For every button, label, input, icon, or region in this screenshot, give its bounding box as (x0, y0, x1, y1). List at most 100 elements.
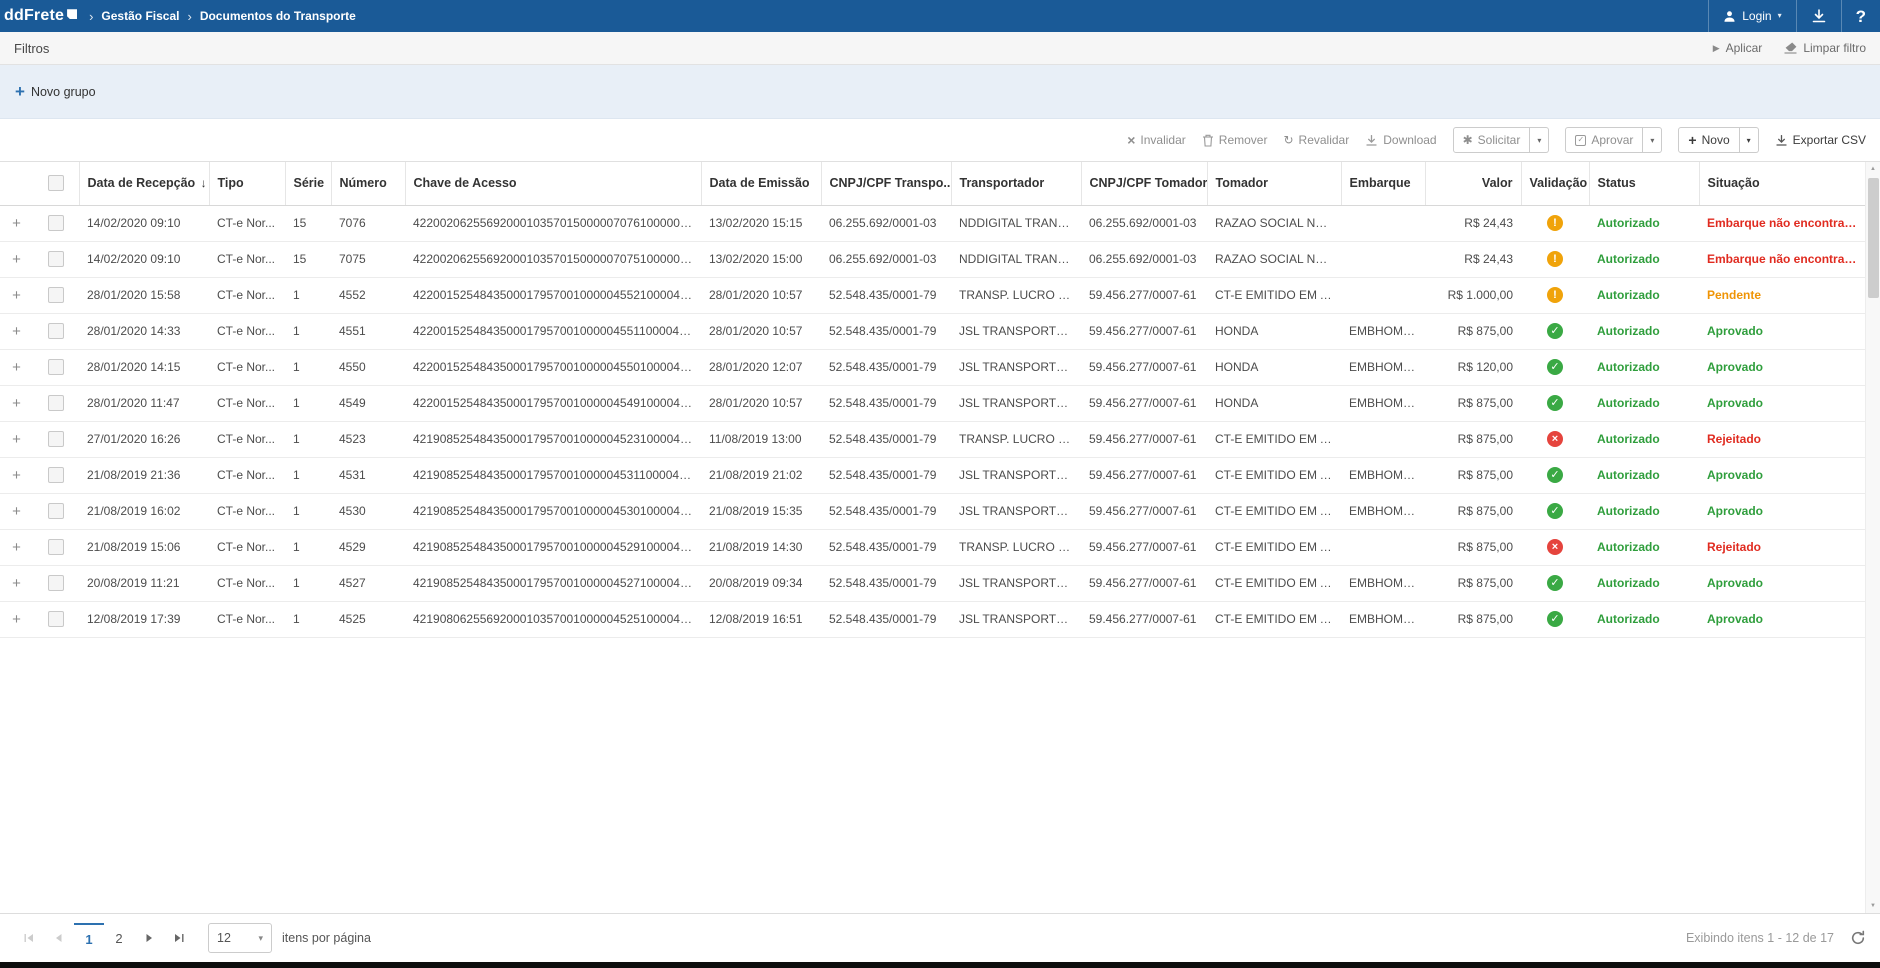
table-row[interactable]: +21/08/2019 16:02CT-e Nor...145304219085… (0, 493, 1865, 529)
column-header-recepcao[interactable]: Data de Recepção ↓ (79, 162, 209, 205)
column-header-serie[interactable]: Série (285, 162, 331, 205)
expand-row-button[interactable]: + (12, 503, 21, 520)
validation-success-icon: ✓ (1547, 503, 1563, 519)
approve-dropdown-button[interactable]: ▾ (1643, 127, 1662, 153)
column-header-validacao[interactable]: Validação (1521, 162, 1589, 205)
row-checkbox[interactable] (48, 467, 64, 483)
row-checkbox[interactable] (48, 287, 64, 303)
app-logo[interactable]: ddFrete (2, 7, 81, 25)
new-group-button[interactable]: + Novo grupo (15, 83, 96, 100)
chevron-down-icon: ▾ (1778, 12, 1782, 20)
expand-row-button[interactable]: + (12, 575, 21, 592)
column-header-emissao[interactable]: Data de Emissão (701, 162, 821, 205)
new-button[interactable]: + Novo (1678, 127, 1739, 153)
row-checkbox[interactable] (48, 503, 64, 519)
table-row[interactable]: +14/02/2020 09:10CT-e Nor...157076422002… (0, 205, 1865, 241)
row-checkbox[interactable] (48, 395, 64, 411)
expand-row-button[interactable]: + (12, 251, 21, 268)
column-header-cnpj_tomador[interactable]: CNPJ/CPF Tomador (1081, 162, 1207, 205)
scroll-up-icon[interactable]: ▲ (1866, 162, 1880, 176)
last-page-button[interactable] (164, 923, 194, 953)
table-row[interactable]: +28/01/2020 15:58CT-e Nor...145524220015… (0, 277, 1865, 313)
table-row[interactable]: +20/08/2019 11:21CT-e Nor...145274219085… (0, 565, 1865, 601)
cell-serie: 1 (285, 313, 331, 349)
row-checkbox[interactable] (48, 431, 64, 447)
invalidate-button[interactable]: × Invalidar (1127, 133, 1186, 147)
column-header-status[interactable]: Status (1589, 162, 1699, 205)
expand-row-button[interactable]: + (12, 287, 21, 304)
table-row[interactable]: +21/08/2019 21:36CT-e Nor...145314219085… (0, 457, 1865, 493)
cell-recepcao: 14/02/2020 09:10 (79, 241, 209, 277)
topbar-download-button[interactable] (1796, 0, 1841, 32)
revalidate-button[interactable]: ↻ Revalidar (1283, 133, 1349, 147)
validation-warning-icon: ! (1547, 287, 1563, 303)
approve-button[interactable]: ✓ Aprovar (1565, 127, 1643, 153)
expand-row-button[interactable]: + (12, 323, 21, 340)
expand-row-button[interactable]: + (12, 395, 21, 412)
page-1-button[interactable]: 1 (74, 923, 104, 953)
row-checkbox[interactable] (48, 215, 64, 231)
scrollbar-thumb[interactable] (1868, 178, 1879, 298)
column-header-embarque[interactable]: Embarque (1341, 162, 1425, 205)
row-checkbox[interactable] (48, 539, 64, 555)
request-split-button: ✱ Solicitar ▾ (1453, 127, 1550, 153)
page-size-select[interactable]: 12 ▾ (208, 923, 272, 953)
new-dropdown-button[interactable]: ▾ (1740, 127, 1759, 153)
table-row[interactable]: +12/08/2019 17:39CT-e Nor...145254219080… (0, 601, 1865, 637)
expand-row-button[interactable]: + (12, 359, 21, 376)
column-header-tomador[interactable]: Tomador (1207, 162, 1341, 205)
table-row[interactable]: +28/01/2020 14:15CT-e Nor...145504220015… (0, 349, 1865, 385)
column-header-transportador[interactable]: Transportador (951, 162, 1081, 205)
column-header-situacao[interactable]: Situação (1699, 162, 1865, 205)
cell-validacao: ✓ (1521, 493, 1589, 529)
column-header-numero[interactable]: Número (331, 162, 405, 205)
request-dropdown-button[interactable]: ▾ (1530, 127, 1549, 153)
cell-transportador: JSL TRANSPORTES D... (951, 385, 1081, 421)
remove-button[interactable]: Remover (1202, 133, 1268, 147)
request-button[interactable]: ✱ Solicitar (1453, 127, 1531, 153)
column-header-cnpj_transportador[interactable]: CNPJ/CPF Transpo... (821, 162, 951, 205)
filter-group-panel: + Novo grupo (0, 65, 1880, 119)
cell-expand: + (0, 277, 33, 313)
row-checkbox[interactable] (48, 323, 64, 339)
scroll-down-icon[interactable]: ▼ (1866, 899, 1880, 913)
breadcrumb-documentos-transporte[interactable]: Documentos do Transporte (200, 9, 356, 23)
table-row[interactable]: +14/02/2020 09:10CT-e Nor...157075422002… (0, 241, 1865, 277)
row-checkbox[interactable] (48, 575, 64, 591)
download-button[interactable]: Download (1365, 133, 1436, 147)
expand-row-button[interactable]: + (12, 467, 21, 484)
expand-row-button[interactable]: + (12, 611, 21, 628)
table-row[interactable]: +21/08/2019 15:06CT-e Nor...145294219085… (0, 529, 1865, 565)
row-checkbox[interactable] (48, 251, 64, 267)
previous-page-button[interactable] (44, 923, 74, 953)
first-page-button[interactable] (14, 923, 44, 953)
help-button[interactable]: ? (1841, 0, 1880, 32)
table-row[interactable]: +28/01/2020 14:33CT-e Nor...145514220015… (0, 313, 1865, 349)
next-page-button[interactable] (134, 923, 164, 953)
cell-tipo: CT-e Nor... (209, 277, 285, 313)
breadcrumb-gestao-fiscal[interactable]: Gestão Fiscal (101, 9, 179, 23)
refresh-grid-button[interactable] (1850, 930, 1866, 946)
apply-filter-button[interactable]: ▶ Aplicar (1713, 41, 1763, 55)
cell-tomador: CT-E EMITIDO EM A... (1207, 601, 1341, 637)
table-row[interactable]: +28/01/2020 11:47CT-e Nor...145494220015… (0, 385, 1865, 421)
page-2-button[interactable]: 2 (104, 923, 134, 953)
help-icon: ? (1856, 8, 1866, 25)
select-all-checkbox[interactable] (48, 175, 64, 191)
row-checkbox[interactable] (48, 359, 64, 375)
vertical-scrollbar[interactable]: ▲ ▼ (1865, 162, 1880, 913)
column-header-chave[interactable]: Chave de Acesso (405, 162, 701, 205)
expand-row-button[interactable]: + (12, 215, 21, 232)
expand-row-button[interactable]: + (12, 431, 21, 448)
clear-filter-button[interactable]: Limpar filtro (1784, 41, 1866, 55)
table-row[interactable]: +27/01/2020 16:26CT-e Nor...145234219085… (0, 421, 1865, 457)
export-csv-button[interactable]: Exportar CSV (1775, 133, 1866, 147)
expand-row-button[interactable]: + (12, 539, 21, 556)
login-menu[interactable]: Login ▾ (1708, 0, 1795, 32)
column-header-valor[interactable]: Valor (1425, 162, 1521, 205)
cell-cnpj_tomador: 59.456.277/0007-61 (1081, 421, 1207, 457)
cell-numero: 4549 (331, 385, 405, 421)
row-checkbox[interactable] (48, 611, 64, 627)
column-header-tipo[interactable]: Tipo (209, 162, 285, 205)
cell-embarque (1341, 241, 1425, 277)
